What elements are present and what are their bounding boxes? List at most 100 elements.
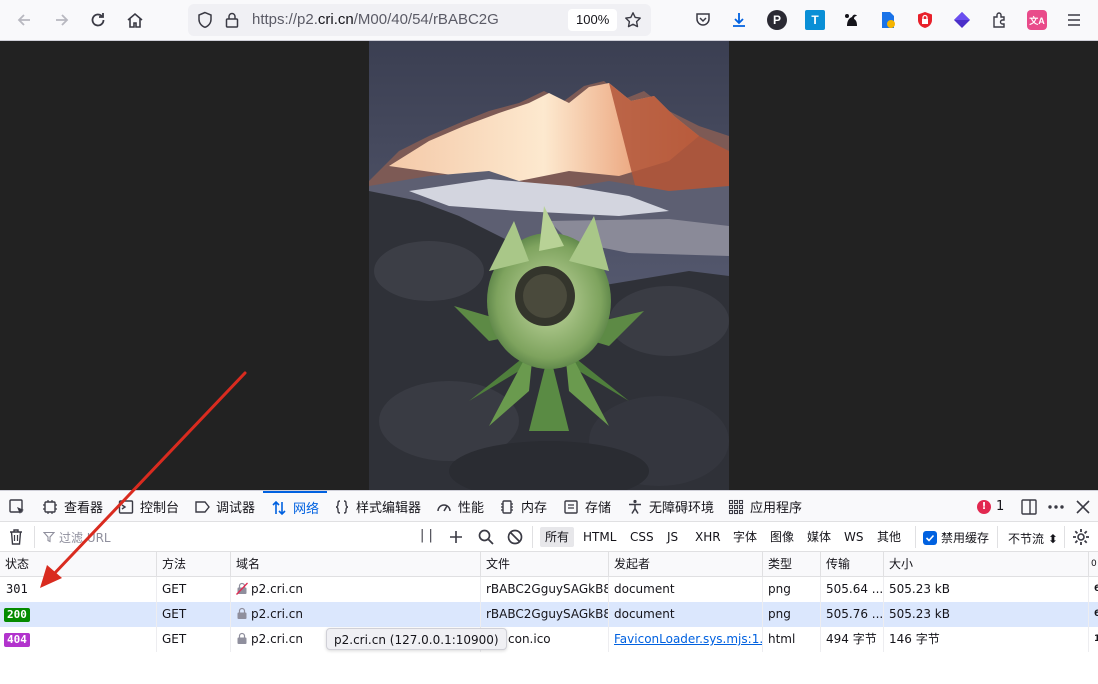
- forward-button[interactable]: [48, 6, 76, 34]
- initiator: document: [608, 602, 762, 627]
- block-icon[interactable]: [506, 528, 524, 550]
- type: png: [762, 602, 820, 627]
- transferred: 494 字节: [820, 627, 883, 652]
- page-viewport: [0, 41, 1098, 490]
- table-row-selected[interactable]: 200 GET p2.cri.cn rBABC2GguySAGkB8A docu…: [0, 602, 1098, 627]
- network-icon: [272, 500, 286, 515]
- filter-fonts[interactable]: 字体: [728, 527, 762, 547]
- size: 505.23 kB: [883, 602, 1088, 627]
- col-domain[interactable]: 域名: [230, 552, 480, 577]
- status-cell: 404: [0, 627, 156, 652]
- extensions-icon[interactable]: [990, 10, 1010, 30]
- tab-network[interactable]: 网络: [263, 491, 328, 522]
- console-icon: [118, 499, 134, 514]
- col-method[interactable]: 方法: [156, 552, 230, 577]
- network-filter-bar: 过滤 URL | | 所有 HTML CSS JS XHR 字体 图像 媒体 W…: [0, 522, 1098, 552]
- pocket-icon[interactable]: [693, 10, 713, 30]
- add-icon[interactable]: [447, 528, 465, 550]
- initiator-link[interactable]: FaviconLoader.sys.mjs:1...: [608, 627, 762, 652]
- ext-translate-icon[interactable]: 文A: [1027, 10, 1047, 30]
- ext-p-icon[interactable]: P: [767, 10, 787, 30]
- col-file[interactable]: 文件: [480, 552, 608, 577]
- more-options-icon[interactable]: [1047, 498, 1065, 520]
- domain-cell: p2.cri.cn: [230, 602, 480, 627]
- table-row[interactable]: 404 GET p2.cri.cn favicon.ico FaviconLoa…: [0, 627, 1098, 652]
- disable-cache-label: 禁用缓存: [941, 531, 990, 545]
- tab-performance[interactable]: 性能: [436, 491, 484, 522]
- filter-other[interactable]: 其他: [872, 527, 906, 547]
- ext-t-icon[interactable]: T: [805, 10, 825, 30]
- url-text[interactable]: https://p2.cri.cn/M00/40/54/rBABC2GguySA…: [252, 11, 498, 28]
- col-transferred[interactable]: 传输: [820, 552, 883, 577]
- table-row[interactable]: 301 GET p2.cri.cn rBABC2GguySAGkB8A docu…: [0, 577, 1098, 602]
- element-picker-icon[interactable]: [8, 498, 26, 520]
- size: 146 字节: [883, 627, 1088, 652]
- divider: [915, 526, 916, 548]
- filter-all[interactable]: 所有: [540, 527, 575, 547]
- ext-shield-icon[interactable]: [915, 10, 935, 30]
- browser-toolbar: https://p2.cri.cn/M00/40/54/rBABC2GguySA…: [0, 0, 1098, 41]
- filter-images[interactable]: 图像: [765, 527, 799, 547]
- tab-label: 样式编辑器: [356, 501, 422, 516]
- tab-storage[interactable]: 存储: [563, 491, 611, 522]
- tab-console[interactable]: 控制台: [118, 491, 179, 522]
- tab-application[interactable]: 应用程序: [728, 491, 802, 522]
- tab-inspector[interactable]: 查看器: [42, 491, 103, 522]
- menu-icon[interactable]: [1064, 10, 1084, 30]
- filter-css[interactable]: CSS: [625, 527, 659, 547]
- lock-icon[interactable]: [224, 11, 240, 33]
- tab-style-editor[interactable]: 样式编辑器: [334, 491, 421, 522]
- pause-button[interactable]: | |: [420, 528, 433, 543]
- col-size[interactable]: 大小: [883, 552, 1088, 577]
- arrow-right-icon: [56, 14, 69, 26]
- url-bar[interactable]: https://p2.cri.cn/M00/40/54/rBABC2GguySA…: [188, 4, 651, 36]
- back-button[interactable]: [10, 6, 38, 34]
- status-badge: 404: [4, 633, 30, 647]
- inspector-icon: [43, 499, 57, 514]
- settings-gear-icon[interactable]: [1072, 528, 1090, 550]
- accessibility-icon: [629, 499, 641, 514]
- tab-debugger[interactable]: 调试器: [194, 491, 255, 522]
- filter-xhr[interactable]: XHR: [690, 527, 726, 547]
- close-icon[interactable]: [1074, 498, 1092, 520]
- ext-file-icon[interactable]: [878, 10, 898, 30]
- col-status[interactable]: 状态: [0, 552, 156, 577]
- ext-diamond-icon[interactable]: [952, 10, 972, 30]
- throttle-select[interactable]: 不节流 ⬍: [1008, 530, 1058, 547]
- zoom-level[interactable]: 100%: [568, 9, 618, 31]
- devtools-panel: 查看器 控制台 调试器 网络 样式编辑器 性能 内存 存储 无障碍环境 应用程序…: [0, 490, 1098, 684]
- insecure-lock-icon: [236, 582, 248, 595]
- url-path: /M00/40/54/rBABC2GguySAGk: [353, 11, 498, 28]
- dock-icon[interactable]: [1020, 498, 1038, 520]
- filter-js[interactable]: JS: [662, 527, 683, 547]
- reload-button[interactable]: [84, 6, 112, 34]
- tab-memory[interactable]: 内存: [499, 491, 547, 522]
- filter-media[interactable]: 媒体: [802, 527, 836, 547]
- domain: p2.cri.cn: [251, 632, 303, 646]
- file: rBABC2GguySAGkB8A: [480, 577, 608, 602]
- col-type[interactable]: 类型: [762, 552, 820, 577]
- ext-gnome-icon[interactable]: [842, 10, 862, 30]
- url-filter-input[interactable]: 过滤 URL: [34, 526, 412, 548]
- filter-ws[interactable]: WS: [839, 527, 868, 547]
- error-count: 1: [996, 499, 1005, 514]
- home-button[interactable]: [121, 6, 149, 34]
- url-domain: cri.cn: [317, 11, 354, 28]
- lock-icon: [237, 607, 247, 619]
- grid-icon: [728, 499, 744, 514]
- trash-icon[interactable]: [8, 528, 24, 550]
- col-initiator[interactable]: 发起者: [608, 552, 762, 577]
- download-icon[interactable]: [729, 10, 749, 30]
- disable-cache-checkbox[interactable]: 禁用缓存: [923, 529, 989, 546]
- search-icon[interactable]: [477, 528, 495, 550]
- tracking-protection-icon[interactable]: [196, 11, 214, 33]
- debugger-icon: [195, 500, 210, 513]
- tab-accessibility[interactable]: 无障碍环境: [627, 491, 714, 522]
- bookmark-star-icon[interactable]: [624, 11, 642, 33]
- method: GET: [156, 577, 230, 602]
- timeline-value: 6: [1088, 577, 1098, 602]
- divider: [997, 526, 998, 548]
- error-indicator[interactable]: ! 1: [977, 499, 1004, 514]
- col-timeline[interactable]: 0: [1088, 552, 1098, 577]
- filter-html[interactable]: HTML: [578, 527, 621, 547]
